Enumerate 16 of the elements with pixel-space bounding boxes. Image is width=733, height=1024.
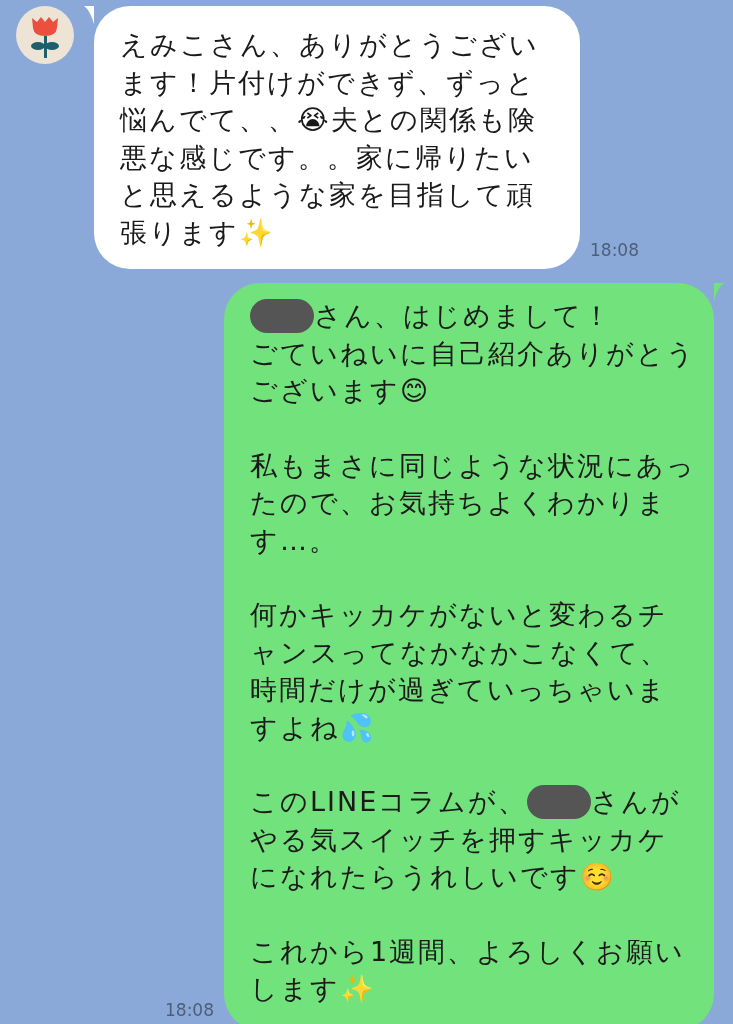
timestamp: 18:08	[165, 999, 214, 1022]
message-text: 何かキッカケがないと変わるチャンスってなかなかこなくて、時間だけが過ぎていっちゃいますよね💦	[250, 598, 670, 745]
message-text: このLINEコラムが、	[250, 785, 528, 819]
bubble-tail-icon	[84, 6, 94, 24]
message-text: さんが	[591, 785, 682, 819]
redaction-mark	[250, 298, 314, 333]
message-text: これから1週間、よろしくお願いします✨	[250, 934, 687, 1006]
timestamp: 18:08	[590, 238, 639, 262]
message-text: 私もまさに同じような状況にあったので、お気持ちよくわかります…。	[250, 448, 696, 558]
message-text: えみこさん、ありがとうございます！片付けができず、ずっと悩んでて、、😭夫との関係も険悪な感じです。。家に帰りたいと思えるような家を目指して頑張ります✨	[120, 28, 540, 250]
redaction-mark	[527, 784, 592, 819]
message-text: やる気スイッチを押すキッカケになれたらうれしいです☺	[250, 822, 669, 894]
flower-avatar-icon[interactable]	[16, 6, 74, 64]
bubble-tail-icon	[714, 283, 724, 301]
message-text: ごていねいに自己紹介ありがとうございます😊	[250, 336, 696, 408]
message-text: さん、はじめまして！	[314, 299, 612, 333]
